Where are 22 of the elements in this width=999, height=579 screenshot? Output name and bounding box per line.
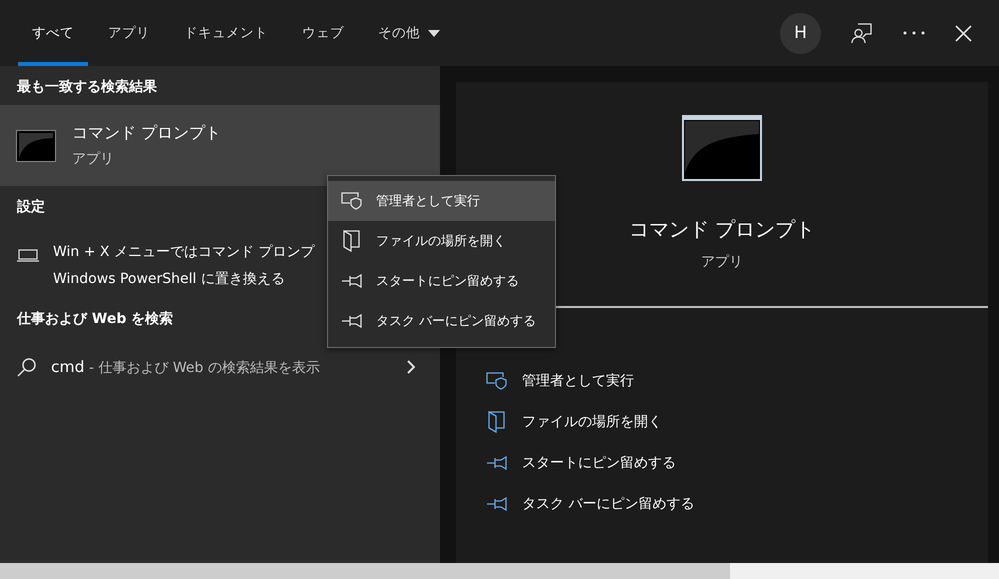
action-link[interactable]: 管理者として実行 [485, 360, 988, 401]
account-button[interactable]: H [780, 12, 821, 54]
setting-text[interactable]: Windows PowerShell に置き換える [53, 270, 285, 288]
section-heading: 設定 [17, 198, 45, 216]
tab[interactable]: アプリ [94, 0, 164, 66]
tab[interactable]: その他 [364, 0, 454, 66]
menu-item[interactable]: ファイルの場所を開く [328, 221, 555, 261]
menu-item[interactable]: 管理者として実行 [328, 181, 555, 221]
setting-text[interactable]: Win + X メニューではコマンド プロンプ [53, 243, 314, 261]
section-heading: 仕事および Web を検索 [17, 310, 174, 328]
app-subtitle: アプリ [701, 253, 743, 271]
result-item[interactable]: コマンド プロンプト アプリ [0, 105, 440, 186]
action-link[interactable]: ファイルの場所を開く [485, 401, 988, 442]
action-link[interactable]: タスク バーにピン留めする [485, 483, 988, 524]
menu-item[interactable]: スタートにピン留めする [328, 261, 555, 301]
tab[interactable]: ウェブ [288, 0, 358, 66]
app-title: コマンド プロンプト [628, 216, 816, 243]
tab[interactable]: ドキュメント [170, 0, 282, 66]
result-title: コマンド プロンプト [72, 123, 222, 144]
result-subtitle: アプリ [72, 150, 115, 168]
section-heading: 最も一致する検索結果 [17, 78, 157, 96]
action-link[interactable]: スタートにピン留めする [485, 442, 988, 483]
